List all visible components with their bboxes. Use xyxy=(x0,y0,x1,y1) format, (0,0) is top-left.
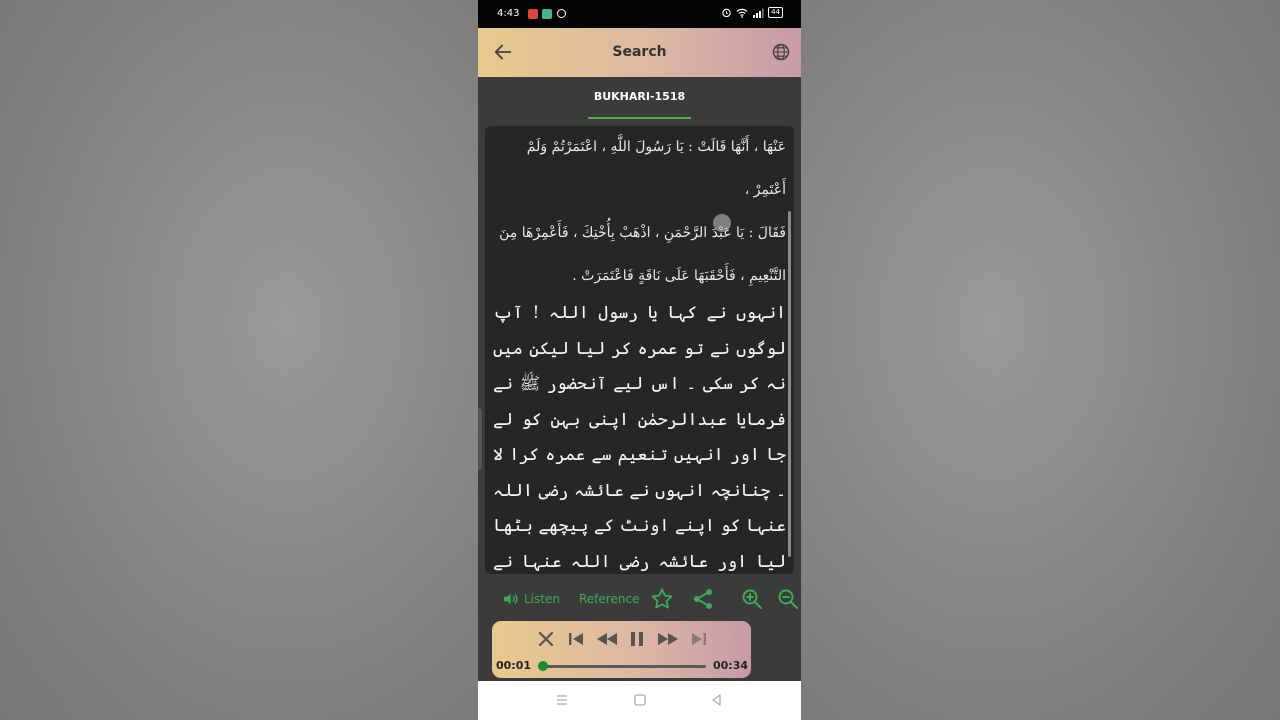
fast-forward-icon[interactable] xyxy=(656,629,680,649)
globe-icon[interactable] xyxy=(771,42,791,62)
share-icon xyxy=(694,589,712,609)
playback-progress-thumb[interactable] xyxy=(538,661,549,671)
app-notification-icon xyxy=(542,9,552,19)
rewind-icon[interactable] xyxy=(595,629,619,649)
share-button[interactable] xyxy=(691,584,715,614)
status-bar: 4:43 44 xyxy=(478,0,801,28)
urdu-translation: انہوں نے کہا یا رسول اللہ ! آپ لوگوں نے … xyxy=(493,303,786,572)
system-nav-bar xyxy=(478,681,801,720)
zoom-out-button[interactable] xyxy=(778,584,798,614)
action-bar: Listen Reference xyxy=(478,584,801,614)
favorite-button[interactable] xyxy=(650,584,674,614)
alarm-icon xyxy=(722,8,731,18)
page-title: Search xyxy=(612,44,667,60)
record-notification-icon xyxy=(557,9,566,18)
active-tab-indicator xyxy=(588,117,691,119)
current-time: 00:01 xyxy=(496,659,532,672)
status-time: 4:43 xyxy=(497,8,520,19)
skip-previous-icon[interactable] xyxy=(566,629,586,649)
zoom-in-button[interactable] xyxy=(740,584,764,614)
background-right xyxy=(801,0,1280,720)
arabic-line: التَّنْعِيمِ ، فَأَحْقَبَهَا عَلَى نَاقَ… xyxy=(572,268,786,284)
wifi-icon xyxy=(736,8,748,18)
home-icon[interactable] xyxy=(633,693,647,707)
scrollbar[interactable] xyxy=(788,211,791,557)
signal-icon xyxy=(753,8,764,18)
speaker-icon xyxy=(504,593,518,605)
touch-indicator xyxy=(713,214,731,232)
pause-icon[interactable] xyxy=(627,629,647,649)
arabic-text: عَنْهَا ، أَنَّهَا قَالَتْ : يَا رَسُولَ… xyxy=(493,126,786,298)
status-indicators: 44 xyxy=(721,7,783,18)
tab-strip: BUKHARI-1518 xyxy=(478,77,801,120)
background-left xyxy=(0,0,478,720)
battery-indicator: 44 xyxy=(768,7,783,18)
zoom-in-icon xyxy=(742,589,762,609)
app-bar: Search xyxy=(478,28,801,77)
listen-button[interactable]: Listen xyxy=(501,584,560,614)
edge-panel-handle[interactable] xyxy=(478,408,482,470)
hadith-card[interactable]: عَنْهَا ، أَنَّهَا قَالَتْ : يَا رَسُولَ… xyxy=(485,126,794,574)
arabic-line: فَقَالَ : يَا عَبْدَ الرَّحْمَنِ ، اذْهَ… xyxy=(499,225,786,241)
tab-bukhari-1518[interactable]: BUKHARI-1518 xyxy=(588,90,691,103)
phone-screen: 4:43 44 Search BUKHARI-1518 عَنْهَا ، أَ… xyxy=(478,0,801,720)
star-icon xyxy=(651,588,673,609)
total-time: 00:34 xyxy=(712,659,748,672)
reference-label: Reference xyxy=(579,592,640,606)
arabic-line: عَنْهَا ، أَنَّهَا قَالَتْ : يَا رَسُولَ… xyxy=(526,139,786,198)
reference-button[interactable]: Reference xyxy=(579,584,639,614)
zoom-out-icon xyxy=(778,589,798,609)
close-icon[interactable] xyxy=(536,629,556,649)
playback-progress-bar[interactable] xyxy=(538,661,706,671)
back-nav-icon[interactable] xyxy=(710,693,724,707)
recent-apps-icon[interactable] xyxy=(555,693,569,707)
skip-next-icon[interactable] xyxy=(689,629,709,649)
youtube-notification-icon xyxy=(528,9,538,19)
listen-label: Listen xyxy=(524,592,560,606)
audio-player: 00:01 00:34 xyxy=(492,621,751,678)
